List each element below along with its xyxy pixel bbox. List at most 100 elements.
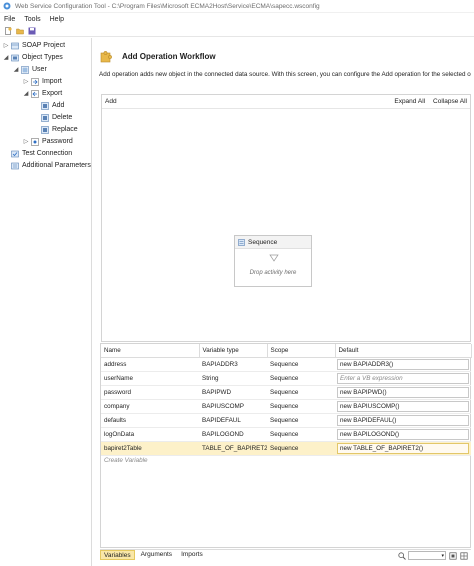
tree-label: SOAP Project	[22, 42, 66, 49]
drop-arrow-icon	[269, 254, 279, 262]
default-expression-input[interactable]: new BAPILOGOND()	[337, 428, 469, 440]
additional-parameters-icon	[11, 162, 19, 169]
table-row[interactable]: userName String Sequence Enter a VB express…	[101, 371, 471, 386]
table-row[interactable]: bapiret2Table TABLE_OF_BAPIRET2 Sequence ne…	[101, 441, 471, 456]
tree-item-user[interactable]: ◢ User	[13, 64, 47, 75]
window-title: Web Service Configuration Tool - C:\Prog…	[15, 2, 320, 10]
object-types-icon	[11, 54, 19, 61]
default-expression-input[interactable]: new BAPIADDR3()	[337, 358, 469, 370]
variable-name-cell[interactable]: password	[101, 385, 199, 400]
variable-type-cell[interactable]: BAPILOGOND	[199, 427, 267, 442]
tree-item-additional-parameters[interactable]: Additional Parameters	[3, 160, 91, 171]
drop-activity-hint: Drop activity here	[249, 270, 297, 276]
variable-type-cell[interactable]: String	[199, 371, 267, 386]
variable-type-cell[interactable]: BAPIADDR3	[199, 357, 267, 372]
variable-type-cell[interactable]: BAPIPWD	[199, 385, 267, 400]
column-header-default[interactable]: Default	[335, 344, 472, 358]
breadcrumb[interactable]: Add	[105, 98, 117, 105]
zoom-icon[interactable]	[398, 551, 406, 560]
new-file-button[interactable]	[3, 26, 12, 35]
sequence-activity[interactable]: Sequence Drop activity here	[234, 235, 312, 287]
menu-tools[interactable]: Tools	[24, 16, 40, 23]
default-expression-input[interactable]: new BAPIDEFAUL()	[337, 414, 469, 426]
expand-arrow-icon[interactable]: ▷	[3, 42, 9, 49]
variable-default-cell: Enter a VB expression	[335, 371, 471, 386]
open-button[interactable]	[15, 26, 24, 35]
tab-imports[interactable]: Imports	[178, 550, 206, 560]
collapse-arrow-icon[interactable]: ◢	[3, 54, 9, 61]
variable-name-cell[interactable]: bapiret2Table	[101, 441, 199, 456]
table-row[interactable]: defaults BAPIDEFAUL Sequence new BAPIDEFAUL…	[101, 413, 471, 428]
tree-item-object-types[interactable]: ◢ Object Types	[3, 52, 63, 63]
tree-item-password[interactable]: ▷ Password	[23, 136, 73, 147]
tab-variables[interactable]: Variables	[100, 550, 135, 560]
collapse-arrow-icon[interactable]: ◢	[13, 66, 19, 73]
variable-default-cell: new BAPIDEFAUL()	[335, 413, 471, 428]
tree-item-export[interactable]: ◢ Export	[23, 88, 62, 99]
default-expression-input[interactable]: new BAPIPWD()	[337, 386, 469, 398]
overview-icon[interactable]	[460, 551, 468, 560]
default-expression-input[interactable]: new TABLE_OF_BAPIRET2()	[337, 442, 469, 454]
table-row[interactable]: password BAPIPWD Sequence new BAPIPWD()	[101, 385, 471, 400]
password-icon	[31, 137, 39, 146]
variable-scope-cell[interactable]: Sequence	[267, 427, 335, 442]
title-bar: Web Service Configuration Tool - C:\Prog…	[0, 0, 474, 13]
create-variable-row[interactable]: Create Variable	[101, 456, 470, 466]
tree-label: Test Connection	[22, 150, 73, 157]
zoom-select[interactable]: ▾	[408, 551, 446, 560]
sequence-header: Sequence	[235, 236, 311, 249]
expand-all-link[interactable]: Expand All	[394, 98, 425, 105]
variable-scope-cell[interactable]: Sequence	[267, 413, 335, 428]
variable-default-cell: new BAPIPWD()	[335, 385, 471, 400]
expand-arrow-icon[interactable]: ▷	[23, 78, 29, 85]
designer-bottom-bar: Variables Arguments Imports ▾	[100, 549, 471, 560]
collapse-arrow-icon[interactable]: ◢	[23, 90, 29, 97]
fit-to-screen-icon[interactable]	[449, 551, 457, 560]
variable-name-cell[interactable]: userName	[101, 371, 199, 386]
table-row[interactable]: address BAPIADDR3 Sequence new BAPIADDR3()	[101, 357, 471, 372]
variable-name-cell[interactable]: company	[101, 399, 199, 414]
table-row[interactable]: logOnData BAPILOGOND Sequence new BAPILOGON…	[101, 427, 471, 442]
sequence-icon	[238, 238, 245, 246]
tree-label: Replace	[52, 126, 78, 133]
tree-label: Delete	[52, 114, 73, 121]
tree-item-test-connection[interactable]: Test Connection	[3, 148, 72, 159]
tree-item-soap-project[interactable]: ▷ SOAP Project	[3, 40, 65, 51]
variable-type-cell[interactable]: BAPIUSCOMP	[199, 399, 267, 414]
column-header-name[interactable]: Name	[101, 344, 200, 358]
new-file-icon	[4, 26, 12, 35]
tree-label: Additional Parameters	[22, 162, 91, 169]
tree-item-import[interactable]: ▷ Import	[23, 76, 62, 87]
tree-label: Password	[42, 138, 73, 145]
menu-file[interactable]: File	[4, 16, 15, 23]
variable-scope-cell[interactable]: Sequence	[267, 357, 335, 372]
default-expression-input[interactable]: new BAPIUSCOMP()	[337, 400, 469, 412]
zoom-tools: ▾	[398, 550, 468, 561]
variable-name-cell[interactable]: logOnData	[101, 427, 199, 442]
variable-scope-cell[interactable]: Sequence	[267, 441, 335, 456]
variable-scope-cell[interactable]: Sequence	[267, 371, 335, 386]
table-row[interactable]: company BAPIUSCOMP Sequence new BAPIUSCOMP(…	[101, 399, 471, 414]
tree-item-add[interactable]: Add	[33, 100, 64, 111]
collapse-all-link[interactable]: Collapse All	[433, 98, 467, 105]
default-expression-input[interactable]: Enter a VB expression	[337, 372, 469, 384]
column-header-scope[interactable]: Scope	[267, 344, 336, 358]
tree-item-delete[interactable]: Delete	[33, 112, 72, 123]
delete-operation-icon	[41, 113, 49, 122]
tree-label: User	[32, 66, 47, 73]
column-header-variable-type[interactable]: Variable type	[199, 344, 268, 358]
tab-arguments[interactable]: Arguments	[138, 550, 175, 560]
variable-type-cell[interactable]: TABLE_OF_BAPIRET2	[199, 441, 267, 456]
tree-label: Export	[42, 90, 63, 97]
variable-type-cell[interactable]: BAPIDEFAUL	[199, 413, 267, 428]
menu-help[interactable]: Help	[50, 16, 64, 23]
variable-scope-cell[interactable]: Sequence	[267, 385, 335, 400]
toolbar	[0, 25, 474, 37]
tree-item-replace[interactable]: Replace	[33, 124, 78, 135]
variable-name-cell[interactable]: address	[101, 357, 199, 372]
variable-name-cell[interactable]: defaults	[101, 413, 199, 428]
variable-scope-cell[interactable]: Sequence	[267, 399, 335, 414]
save-button[interactable]	[27, 26, 36, 35]
expand-arrow-icon[interactable]: ▷	[23, 138, 29, 145]
workflow-designer[interactable]: Add Expand All Collapse All Sequence Dro…	[101, 94, 471, 342]
